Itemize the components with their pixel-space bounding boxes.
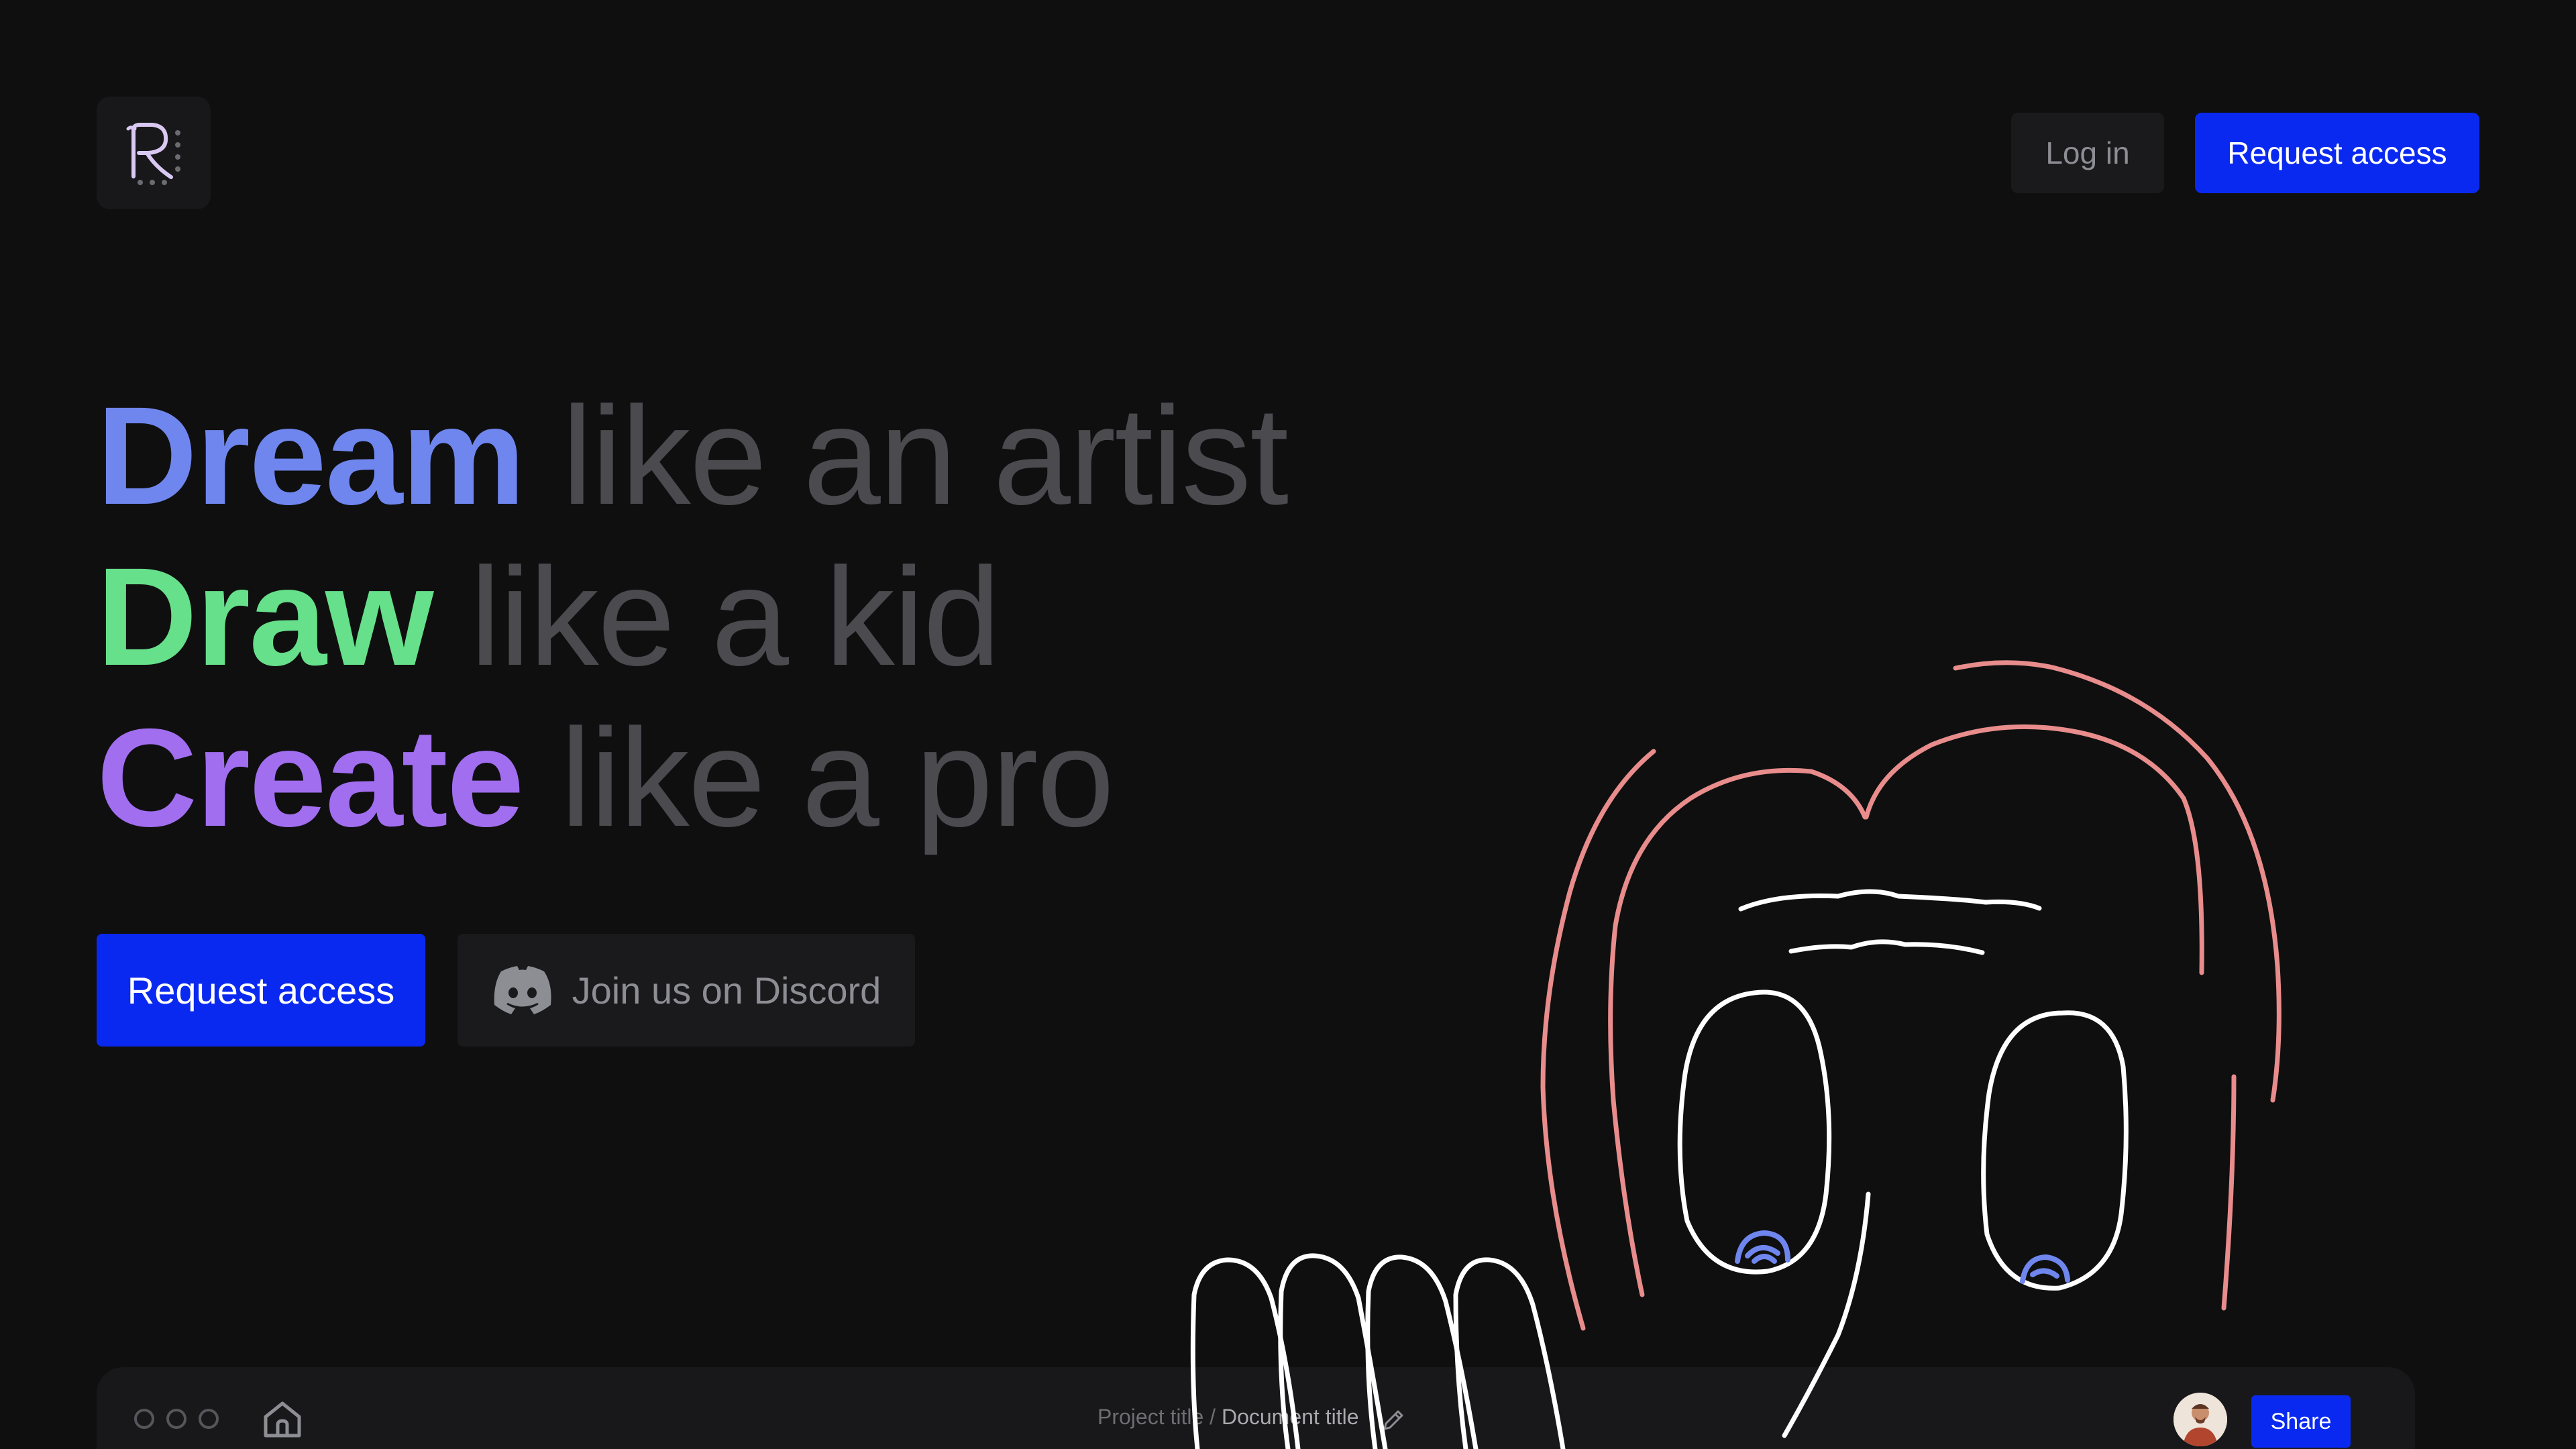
project-title[interactable]: Project title bbox=[1097, 1405, 1203, 1429]
home-icon[interactable] bbox=[262, 1399, 303, 1440]
window-control-dot[interactable] bbox=[166, 1409, 186, 1429]
landing-page: Log in Request access Dream like an arti… bbox=[0, 0, 2576, 1449]
hero-word-draw: Draw bbox=[97, 539, 434, 695]
logo[interactable] bbox=[97, 97, 211, 209]
hero-line-draw: Draw like a kid bbox=[97, 537, 1287, 698]
hero-word-create: Create bbox=[97, 700, 524, 856]
avatar[interactable] bbox=[2174, 1393, 2227, 1446]
document-title[interactable]: Document title bbox=[1222, 1405, 1359, 1429]
share-button[interactable]: Share bbox=[2251, 1395, 2351, 1448]
discord-icon bbox=[494, 966, 551, 1014]
hero-line-create: Create like a pro bbox=[97, 698, 1287, 859]
pencil-icon[interactable] bbox=[1381, 1407, 1406, 1433]
hero-phrase-artist: like an artist bbox=[561, 378, 1289, 534]
window-control-dot[interactable] bbox=[199, 1409, 219, 1429]
breadcrumb-separator: / bbox=[1210, 1405, 1216, 1429]
avatar-image bbox=[2174, 1393, 2227, 1446]
hero-word-dream: Dream bbox=[97, 378, 525, 534]
hero-headline: Dream like an artist Draw like a kid Cre… bbox=[97, 376, 1289, 859]
discord-button-label: Join us on Discord bbox=[572, 969, 881, 1012]
login-button[interactable]: Log in bbox=[2011, 113, 2164, 193]
discord-button[interactable]: Join us on Discord bbox=[458, 934, 915, 1046]
header-request-access-button[interactable]: Request access bbox=[2195, 113, 2479, 193]
hero-phrase-kid: like a kid bbox=[470, 539, 1000, 695]
hero-line-dream: Dream like an artist bbox=[97, 376, 1289, 537]
hero-phrase-pro: like a pro bbox=[560, 700, 1114, 856]
r-logo-icon bbox=[126, 123, 180, 185]
request-access-button[interactable]: Request access bbox=[97, 934, 425, 1046]
window-control-dot[interactable] bbox=[134, 1409, 154, 1429]
breadcrumb: Project title / Document title bbox=[1097, 1405, 1358, 1430]
